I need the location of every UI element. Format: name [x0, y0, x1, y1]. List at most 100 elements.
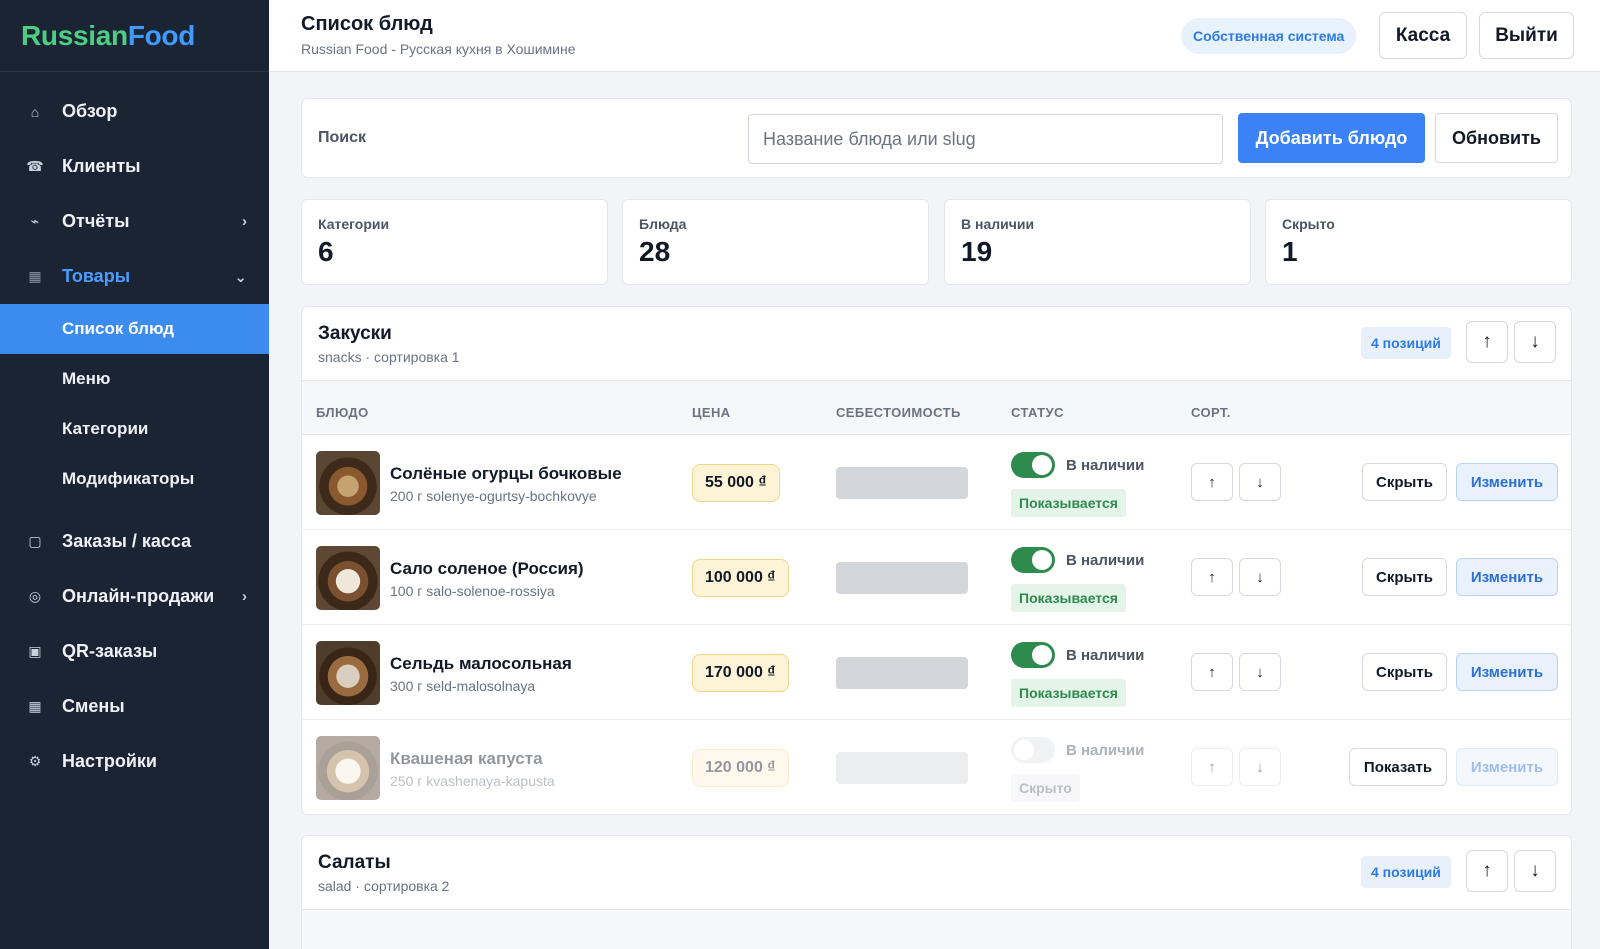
dish-name: Квашеная капуста: [390, 749, 543, 768]
sidebar-item-online-sales[interactable]: ◎ Онлайн-продажи ›: [0, 569, 269, 624]
availability-label: В наличии: [1066, 552, 1145, 569]
clients-icon: ☎: [26, 158, 44, 174]
stat-value: 1: [1282, 236, 1298, 267]
brand-name-part2: Food: [127, 20, 196, 51]
reports-icon: ⌁: [30, 213, 40, 229]
page-title: Список блюд: [301, 13, 433, 35]
search-input[interactable]: [748, 114, 1223, 164]
availability-label: В наличии: [1066, 457, 1145, 474]
cost-placeholder: [836, 657, 968, 689]
sidebar-item-label: Настройки: [62, 751, 157, 771]
stat-card-dishes: Блюда 28: [622, 199, 929, 285]
add-dish-button[interactable]: Добавить блюдо: [1238, 113, 1425, 163]
sidebar-subitem-label: Список блюд: [62, 319, 175, 338]
sidebar-item-label: Смены: [62, 696, 125, 716]
sidebar-subitem-dish-list[interactable]: Список блюд: [0, 304, 269, 354]
brand-name-part1: Russian: [21, 20, 128, 51]
sidebar-subitem-categories[interactable]: Категории: [0, 404, 269, 454]
sidebar-subitem-label: Модификаторы: [62, 469, 195, 488]
dish-name: Сало соленое (Россия): [390, 559, 584, 578]
sidebar: RussianFood ⌂ Обзор ☎ Клиенты ⌁ Отчёты › ▦ То…: [0, 0, 269, 949]
item-count-badge: 4 позиций: [1361, 327, 1451, 359]
sort-up-button[interactable]: ↑: [1191, 558, 1233, 596]
sidebar-item-label: Клиенты: [62, 156, 141, 176]
sort-up-button[interactable]: ↑: [1191, 463, 1233, 501]
table-header: [302, 910, 1571, 949]
dish-name: Солёные огурцы бочковые: [390, 464, 622, 483]
system-badge: Собственная система: [1181, 18, 1357, 54]
category-section-salads: Салаты salad · сортировка 2 4 позиций ↑ …: [301, 835, 1572, 949]
sidebar-nav: ⌂ Обзор ☎ Клиенты ⌁ Отчёты › ▦ Товары ⌄ Список…: [0, 72, 269, 789]
stat-card-categories: Категории 6: [301, 199, 608, 285]
availability-toggle[interactable]: [1011, 452, 1055, 478]
qr-icon: ▣: [28, 643, 42, 659]
visibility-badge: Показывается: [1011, 489, 1126, 517]
stat-label: Скрыто: [1282, 216, 1335, 232]
sort-down-button[interactable]: ↓: [1239, 558, 1281, 596]
table-row: Сало соленое (Россия) 100 г salo-solenoe…: [302, 530, 1571, 625]
hide-button[interactable]: Скрыть: [1362, 558, 1447, 596]
edit-button[interactable]: Изменить: [1456, 463, 1558, 501]
edit-button[interactable]: Изменить: [1456, 558, 1558, 596]
section-move-down-button[interactable]: ↓: [1514, 321, 1556, 363]
sidebar-item-products[interactable]: ▦ Товары ⌄: [0, 249, 269, 304]
refresh-button[interactable]: Обновить: [1435, 113, 1558, 163]
chevron-right-icon: ›: [242, 213, 247, 230]
category-section-snacks: Закуски snacks · сортировка 1 4 позиций …: [301, 306, 1572, 815]
sort-down-button[interactable]: ↓: [1239, 463, 1281, 501]
cost-placeholder: [836, 752, 968, 784]
stat-card-available: В наличии 19: [944, 199, 1251, 285]
top-bar: Список блюд Russian Food - Русская кухня…: [269, 0, 1600, 72]
section-move-up-button[interactable]: ↑: [1466, 321, 1508, 363]
kassa-button[interactable]: Касса: [1379, 12, 1467, 59]
availability-toggle[interactable]: [1011, 642, 1055, 668]
home-icon: ⌂: [30, 103, 40, 120]
edit-button[interactable]: Изменить: [1456, 748, 1558, 786]
hide-button[interactable]: Скрыть: [1362, 463, 1447, 501]
section-subtitle: snacks · сортировка 1: [318, 349, 460, 365]
sort-down-button[interactable]: ↓: [1239, 748, 1281, 786]
sidebar-item-settings[interactable]: ⚙ Настройки: [0, 734, 269, 789]
sidebar-subitem-label: Меню: [62, 369, 111, 388]
visibility-badge: Показывается: [1011, 679, 1126, 707]
availability-toggle[interactable]: [1011, 547, 1055, 573]
column-header-status: СТАТУС: [1011, 405, 1064, 420]
sort-down-button[interactable]: ↓: [1239, 653, 1281, 691]
table-header: БЛЮДО ЦЕНА СЕБЕСТОИМОСТЬ СТАТУС СОРТ.: [302, 381, 1571, 435]
sort-up-button[interactable]: ↑: [1191, 748, 1233, 786]
settings-icon: ⚙: [28, 753, 42, 769]
dish-photo: [316, 641, 380, 705]
online-sales-icon: ◎: [28, 588, 42, 604]
search-panel: Поиск Добавить блюдо Обновить: [301, 98, 1572, 178]
column-header-dish: БЛЮДО: [316, 405, 369, 420]
sidebar-item-reports[interactable]: ⌁ Отчёты ›: [0, 194, 269, 249]
sidebar-item-qr-orders[interactable]: ▣ QR-заказы: [0, 624, 269, 679]
column-header-cost: СЕБЕСТОИМОСТЬ: [836, 405, 961, 420]
edit-button[interactable]: Изменить: [1456, 653, 1558, 691]
section-move-up-button[interactable]: ↑: [1466, 850, 1508, 892]
section-title: Салаты: [318, 852, 391, 873]
brand-logo[interactable]: RussianFood: [0, 0, 269, 72]
stat-value: 19: [961, 236, 993, 267]
sidebar-item-clients[interactable]: ☎ Клиенты: [0, 139, 269, 194]
products-icon: ▦: [28, 268, 42, 284]
sidebar-item-shifts[interactable]: ▦ Смены: [0, 679, 269, 734]
logout-button[interactable]: Выйти: [1479, 12, 1574, 59]
sidebar-subitem-menu[interactable]: Меню: [0, 354, 269, 404]
section-title: Закуски: [318, 323, 392, 344]
column-header-sort: СОРТ.: [1191, 405, 1231, 420]
section-subtitle: salad · сортировка 2: [318, 878, 450, 894]
dish-photo: [316, 451, 380, 515]
sidebar-subitem-modifiers[interactable]: Модификаторы: [0, 454, 269, 504]
hide-button[interactable]: Скрыть: [1362, 653, 1447, 691]
shifts-icon: ▦: [28, 698, 42, 714]
show-button[interactable]: Показать: [1349, 748, 1447, 786]
sort-up-button[interactable]: ↑: [1191, 653, 1233, 691]
section-move-down-button[interactable]: ↓: [1514, 850, 1556, 892]
sidebar-item-orders[interactable]: ▢ Заказы / касса: [0, 514, 269, 569]
table-row: Квашеная капуста 250 г kvashenaya-kapust…: [302, 720, 1571, 814]
search-label: Поиск: [318, 129, 367, 146]
availability-toggle[interactable]: [1011, 737, 1055, 763]
stat-label: Категории: [318, 216, 390, 232]
sidebar-item-overview[interactable]: ⌂ Обзор: [0, 84, 269, 139]
